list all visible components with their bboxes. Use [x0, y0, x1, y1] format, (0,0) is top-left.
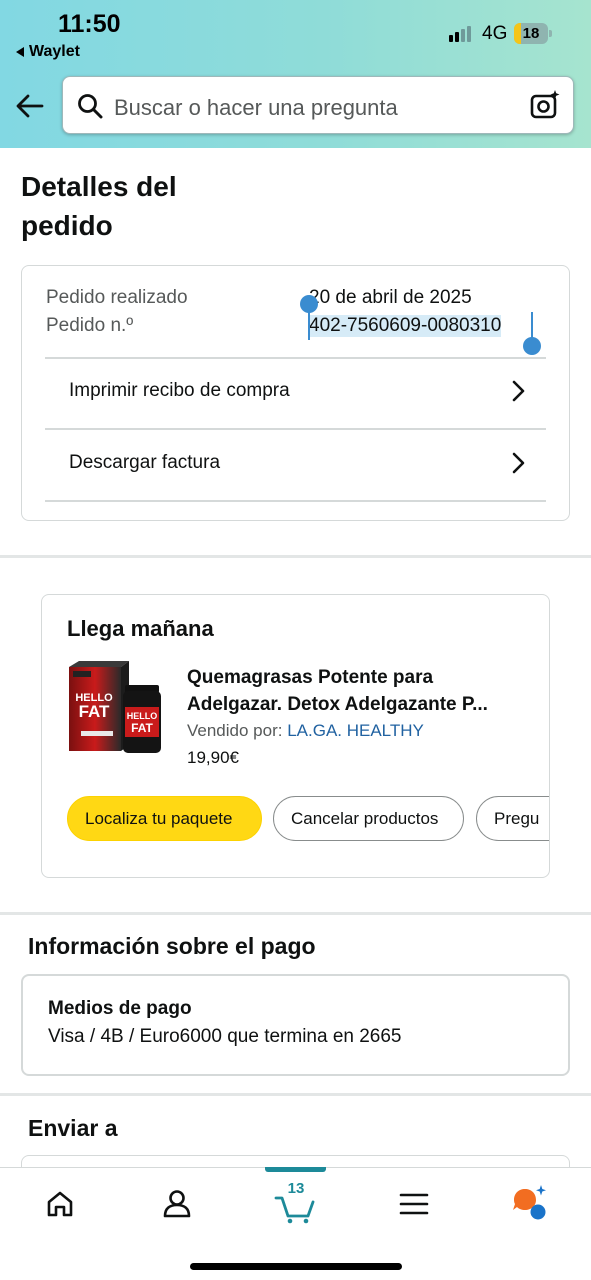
- app-header: 11:50 Waylet 4G 18 Buscar o hacer una pr…: [0, 0, 591, 148]
- download-invoice-label: Descargar factura: [69, 452, 221, 473]
- chevron-right-icon: [512, 452, 525, 474]
- ship-to-section-title: Enviar a: [28, 1115, 118, 1141]
- battery-icon: 18: [514, 23, 548, 44]
- section-divider: [0, 912, 591, 915]
- order-number-value[interactable]: 402-7560609-0080310: [309, 315, 502, 337]
- page-title: Detalles del pedido: [21, 171, 177, 241]
- search-bar[interactable]: Buscar o hacer una pregunta: [62, 76, 574, 134]
- delivery-status: Llega mañana: [67, 616, 214, 641]
- chevron-right-icon: [512, 380, 525, 402]
- payment-method-value: Visa / 4B / Euro6000 que termina en 2665: [48, 1026, 402, 1047]
- back-to-app-link[interactable]: Waylet: [16, 43, 80, 61]
- battery-tip: [549, 30, 552, 37]
- payment-method-card: Medios de pago Visa / 4B / Euro6000 que …: [21, 974, 570, 1076]
- order-number-label: Pedido n.º: [46, 315, 134, 336]
- svg-text:HELLO: HELLO: [127, 711, 158, 721]
- cart-count-badge: 13: [287, 1180, 305, 1197]
- product-image[interactable]: HELLO FAT HELLO FAT: [67, 661, 163, 759]
- status-time: 11:50: [58, 10, 121, 38]
- rufus-assistant-icon[interactable]: [510, 1184, 550, 1224]
- menu-icon[interactable]: [394, 1184, 434, 1224]
- selection-end-caret: [531, 312, 533, 340]
- home-indicator: [190, 1263, 402, 1270]
- back-triangle-icon: [16, 47, 24, 57]
- seller-link[interactable]: LA.GA. HEALTHY: [287, 721, 424, 740]
- signal-icon: [449, 26, 471, 42]
- section-divider: [0, 555, 591, 558]
- battery-level: 18: [522, 25, 540, 42]
- selection-start-handle[interactable]: [300, 295, 318, 313]
- order-placed-date: 20 de abril de 2025: [309, 287, 472, 308]
- camera-search-icon[interactable]: [529, 89, 561, 121]
- product-title[interactable]: Quemagrasas Potente para Adelgazar. Deto…: [187, 664, 527, 718]
- back-app-label: Waylet: [29, 43, 80, 60]
- network-type: 4G: [482, 23, 508, 44]
- payment-section-title: Información sobre el pago: [28, 933, 316, 959]
- cancel-items-button[interactable]: Cancelar productos: [273, 796, 464, 841]
- print-receipt-label: Imprimir recibo de compra: [69, 380, 290, 401]
- active-tab-indicator: [265, 1167, 326, 1172]
- cart-tab[interactable]: 13: [274, 1180, 318, 1224]
- bottom-nav: 13: [0, 1167, 591, 1280]
- account-icon[interactable]: [157, 1184, 197, 1224]
- selection-start-caret: [308, 312, 310, 340]
- shipment-card: Llega mañana HELLO FAT HELLO FAT Quemagr…: [41, 594, 550, 878]
- order-placed-label: Pedido realizado: [46, 287, 188, 308]
- section-divider: [0, 1093, 591, 1096]
- track-package-button[interactable]: Localiza tu paquete: [67, 796, 262, 841]
- search-icon: [78, 94, 103, 119]
- ask-question-button[interactable]: Pregu: [476, 796, 549, 841]
- sold-by-label: Vendido por:: [187, 721, 283, 740]
- svg-text:FAT: FAT: [131, 721, 153, 735]
- svg-text:FAT: FAT: [79, 702, 110, 721]
- seller-info: Vendido por: LA.GA. HEALTHY: [187, 721, 424, 741]
- search-placeholder: Buscar o hacer una pregunta: [114, 95, 398, 120]
- selection-end-handle[interactable]: [523, 337, 541, 355]
- payment-method-title: Medios de pago: [48, 998, 192, 1019]
- back-arrow-icon[interactable]: [14, 90, 46, 122]
- home-icon[interactable]: [40, 1184, 80, 1224]
- product-price: 19,90€: [187, 748, 239, 767]
